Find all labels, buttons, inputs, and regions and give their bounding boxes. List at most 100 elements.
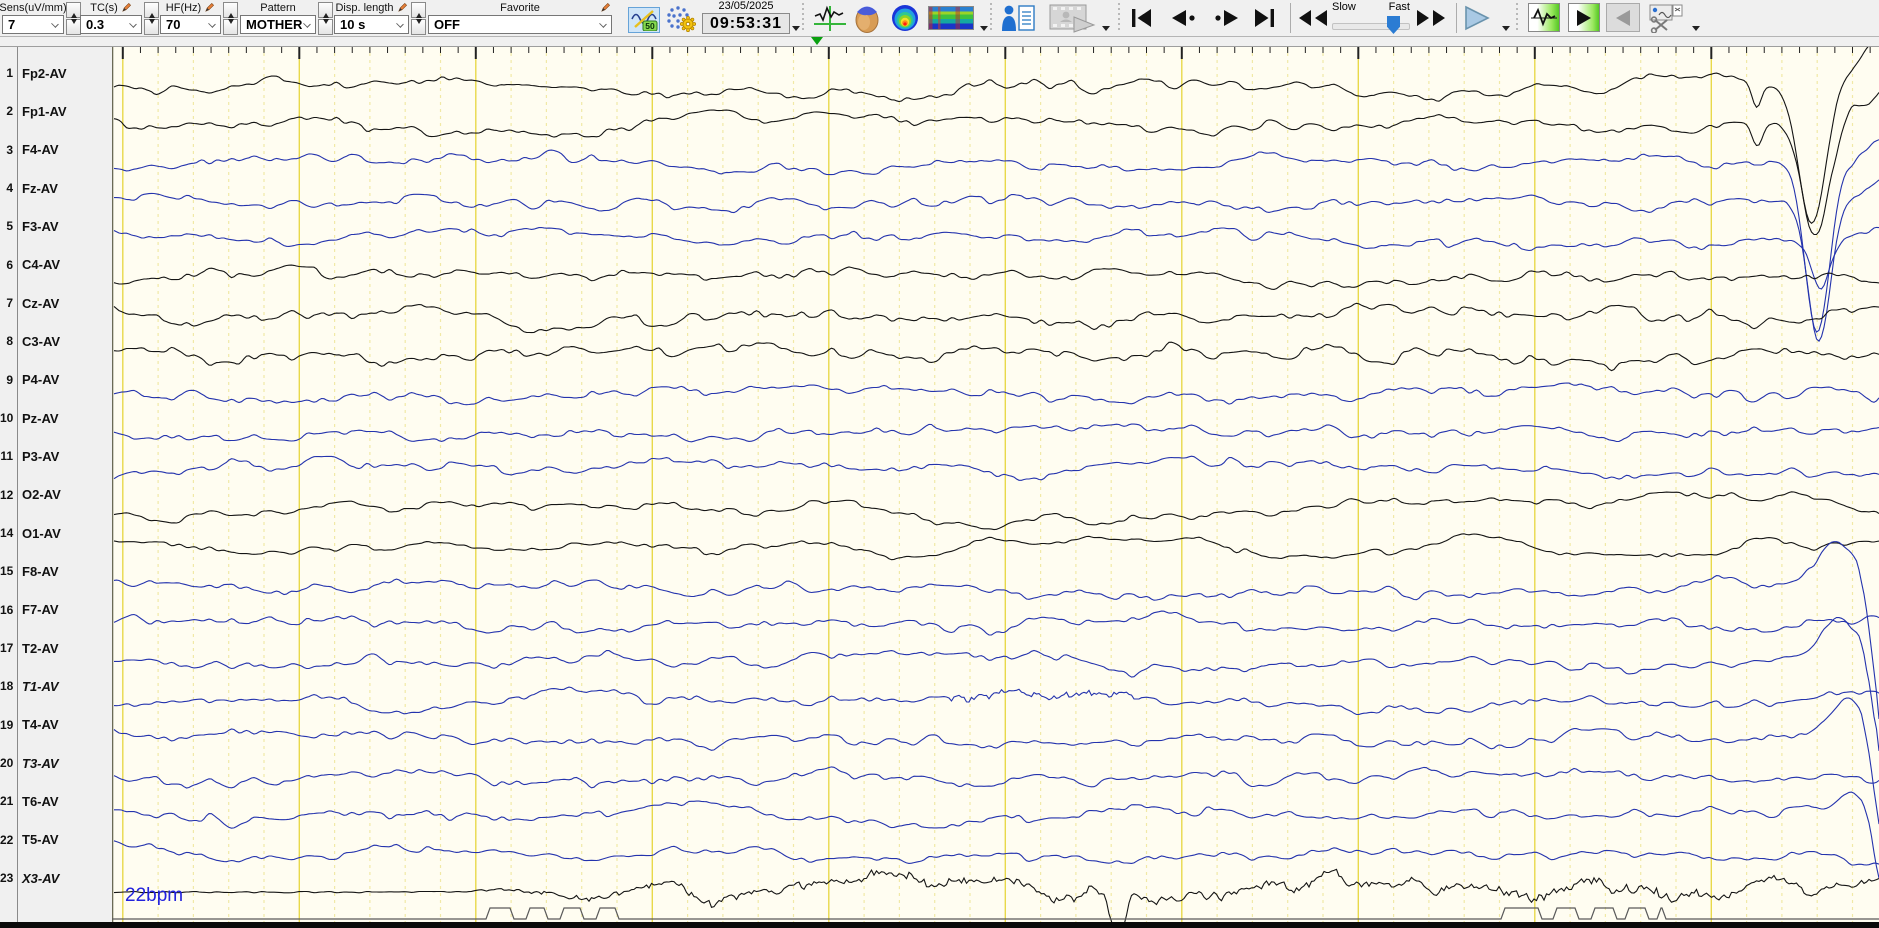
channel-row[interactable]: 9 P4-AV — [0, 371, 112, 389]
channel-row[interactable]: 4 Fz-AV — [0, 179, 112, 197]
tc-step-up-button[interactable] — [144, 2, 159, 18]
channel-number: 18 — [0, 679, 14, 694]
patient-report-button[interactable] — [1000, 3, 1036, 33]
channel-label: T5-AV — [22, 832, 59, 848]
favorite-label: Favorite — [500, 1, 540, 14]
clip-cut-button[interactable] — [1646, 3, 1686, 33]
sens-dropdown[interactable]: 7 — [2, 15, 64, 34]
eeg-trace-area[interactable] — [112, 46, 1879, 923]
tc-step-down-button[interactable] — [144, 19, 159, 35]
arrow-down-icon — [322, 19, 329, 30]
sens-step-down-button[interactable] — [66, 19, 81, 35]
head-3d-icon — [855, 6, 879, 33]
pattern-stepper — [318, 2, 333, 35]
more-arrow[interactable] — [980, 26, 988, 31]
channel-number: 2 — [6, 104, 13, 119]
channel-row[interactable]: 20 T3-AV — [0, 754, 112, 772]
review-wave-button[interactable] — [1528, 3, 1560, 32]
channel-row[interactable]: 17 T2-AV — [0, 639, 112, 657]
channel-label: C4-AV — [22, 257, 61, 273]
display-length-dropdown[interactable]: 10 s — [334, 15, 409, 34]
more-arrow[interactable] — [792, 26, 800, 31]
clip-cut-icon — [1649, 4, 1683, 33]
separator — [990, 3, 992, 33]
channel-row[interactable]: 22 T5-AV — [0, 831, 112, 849]
date-label: 23/05/2025 — [718, 0, 774, 12]
skip-to-start-button[interactable] — [1128, 3, 1154, 33]
step-forward-button[interactable] — [1212, 3, 1242, 33]
more-arrow[interactable] — [1692, 26, 1700, 31]
speed-slider-thumb[interactable] — [1387, 16, 1400, 34]
hf-step-up-button[interactable] — [223, 2, 238, 18]
channel-label: C3-AV — [22, 333, 61, 349]
channel-row[interactable]: 23 X3-AV — [0, 869, 112, 887]
display-length-step-down-button[interactable] — [411, 19, 426, 35]
channel-row[interactable]: 7 Cz-AV — [0, 294, 112, 312]
channel-label: T6-AV — [22, 793, 59, 809]
tc-dropdown[interactable]: 0.3 — [80, 15, 142, 34]
channel-row[interactable]: 3 F4-AV — [0, 141, 112, 159]
channel-label: O2-AV — [22, 487, 61, 503]
favorite-dropdown[interactable]: OFF — [428, 15, 612, 34]
arrow-down-icon — [70, 19, 77, 30]
pattern-step-down-button[interactable] — [318, 19, 333, 35]
channel-number: 14 — [0, 526, 14, 541]
eeg-cursor-button[interactable] — [812, 3, 848, 33]
chevron-down-icon — [600, 21, 607, 28]
notch-filter-button[interactable]: 50 — [628, 7, 660, 33]
hf-step-down-button[interactable] — [223, 19, 238, 35]
pattern-step-up-button[interactable] — [318, 2, 333, 18]
review-wave-icon — [1531, 7, 1557, 27]
video-icon — [1049, 4, 1096, 33]
channel-number: 22 — [0, 832, 14, 847]
head-map-button[interactable] — [852, 3, 882, 33]
clock-display: 09:53:31 — [702, 13, 790, 34]
channel-row[interactable]: 5 F3-AV — [0, 217, 112, 235]
channel-row[interactable]: 10 Pz-AV — [0, 409, 112, 427]
step-back-button[interactable] — [1168, 3, 1198, 33]
rewind-button[interactable] — [1296, 3, 1330, 33]
arrow-up-icon — [227, 7, 234, 18]
more-arrow[interactable] — [1502, 26, 1510, 31]
channel-row[interactable]: 6 C4-AV — [0, 256, 112, 274]
more-arrow[interactable] — [1102, 26, 1110, 31]
channel-label: T4-AV — [22, 717, 59, 733]
favorite-value: OFF — [434, 17, 460, 32]
play-button[interactable] — [1462, 3, 1492, 33]
channel-label: Fz-AV — [22, 180, 58, 196]
spectrogram-button[interactable] — [928, 3, 974, 33]
channel-row[interactable]: 18 T1-AV — [0, 677, 112, 695]
pencil-icon[interactable] — [600, 2, 611, 13]
position-marker[interactable] — [811, 37, 823, 45]
channel-row[interactable]: 14 O1-AV — [0, 524, 112, 542]
ruler-strip — [0, 36, 1879, 47]
pencil-icon[interactable] — [121, 2, 132, 13]
arrow-down-icon — [415, 19, 422, 30]
montage-settings-button[interactable] — [664, 3, 696, 33]
display-length-label: Disp. length — [335, 1, 394, 14]
channel-number: 7 — [6, 296, 13, 311]
channel-row[interactable]: 11 P3-AV — [0, 447, 112, 465]
chevron-down-icon — [209, 21, 216, 28]
skip-to-end-button[interactable] — [1252, 3, 1278, 33]
hf-dropdown[interactable]: 70 — [160, 15, 221, 34]
channel-row[interactable]: 19 T4-AV — [0, 716, 112, 734]
channel-row[interactable]: 12 O2-AV — [0, 486, 112, 504]
channel-row[interactable]: 1 Fp2-AV — [0, 64, 112, 82]
topo-map-button[interactable] — [890, 3, 920, 33]
pencil-icon[interactable] — [397, 2, 408, 13]
channel-row[interactable]: 2 Fp1-AV — [0, 102, 112, 120]
pencil-icon[interactable] — [204, 2, 215, 13]
pattern-dropdown[interactable]: MOTHER — [240, 15, 316, 34]
channel-row[interactable]: 15 F8-AV — [0, 562, 112, 580]
display-length-step-up-button[interactable] — [411, 2, 426, 18]
sens-step-up-button[interactable] — [66, 2, 81, 18]
channel-number: 21 — [0, 794, 14, 809]
separator — [1456, 3, 1457, 33]
channel-row[interactable]: 16 F7-AV — [0, 601, 112, 619]
channel-row[interactable]: 8 C3-AV — [0, 332, 112, 350]
channel-row[interactable]: 21 T6-AV — [0, 792, 112, 810]
review-play-button[interactable] — [1568, 3, 1600, 32]
sens-group: Sens(uV/mm) 7 — [0, 1, 81, 35]
fast-forward-button[interactable] — [1414, 3, 1448, 33]
